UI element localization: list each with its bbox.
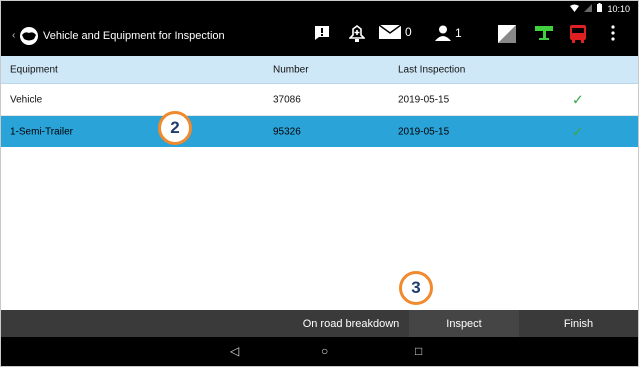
table-row-semi-trailer[interactable]: 1-Semi-Trailer 95326 2019-05-15 ✓ (1, 116, 638, 147)
back-chevron-icon[interactable]: ‹ (12, 30, 15, 41)
inspect-button[interactable]: Inspect (409, 310, 519, 337)
trailer-status-icon[interactable] (535, 25, 553, 41)
recents-nav-icon[interactable]: □ (415, 344, 422, 358)
truck-status-icon[interactable] (569, 25, 587, 43)
last-inspection-cell: 2019-05-15 (398, 94, 450, 105)
action-bar: On road breakdown Inspect Finish (1, 310, 638, 337)
person-count: 1 (455, 26, 462, 40)
callout-marker: 3 (399, 271, 433, 305)
check-icon: ✓ (572, 91, 584, 107)
device-screen: 10:10 ‹ Vehicle and Equipment for Inspec… (0, 0, 639, 367)
table-header: Equipment Number Last Inspection (1, 56, 638, 84)
home-nav-icon[interactable]: ○ (321, 344, 328, 358)
on-road-breakdown-button[interactable]: On road breakdown (293, 310, 409, 337)
system-nav-bar: ◁ ○ □ (1, 337, 638, 366)
number-cell: 37086 (273, 94, 301, 105)
table-row-vehicle[interactable]: Vehicle 37086 2019-05-15 ✓ (1, 84, 638, 116)
finish-button[interactable]: Finish (519, 310, 638, 337)
back-nav-icon[interactable]: ◁ (230, 344, 239, 358)
signal-icon (584, 3, 593, 14)
wifi-icon (570, 4, 580, 14)
callout-marker: 2 (158, 111, 192, 145)
equipment-table: Equipment Number Last Inspection Vehicle… (1, 56, 638, 147)
last-inspection-cell: 2019-05-15 (398, 126, 450, 137)
alert-message-icon[interactable] (314, 25, 330, 41)
diagonal-status-icon[interactable] (498, 25, 516, 43)
check-icon: ✓ (572, 123, 584, 139)
app-bar: ‹ Vehicle and Equipment for Inspection 0… (1, 16, 638, 56)
number-cell: 95326 (273, 126, 301, 137)
clock-text: 10:10 (607, 3, 630, 14)
equipment-cell: 1-Semi-Trailer (10, 126, 73, 137)
inspection-alert-icon[interactable] (349, 25, 365, 43)
header-number: Number (273, 64, 309, 75)
mail-count: 0 (405, 25, 412, 39)
header-equipment: Equipment (10, 64, 58, 75)
person-icon[interactable]: 1 (435, 25, 462, 41)
status-bar: 10:10 (1, 1, 638, 16)
header-last-inspection: Last Inspection (398, 64, 466, 75)
app-logo-icon (19, 26, 39, 46)
page-title: Vehicle and Equipment for Inspection (43, 30, 225, 42)
equipment-cell: Vehicle (10, 94, 43, 105)
overflow-menu-icon[interactable] (611, 25, 615, 41)
battery-icon (597, 3, 603, 14)
mail-icon[interactable]: 0 (379, 25, 412, 39)
